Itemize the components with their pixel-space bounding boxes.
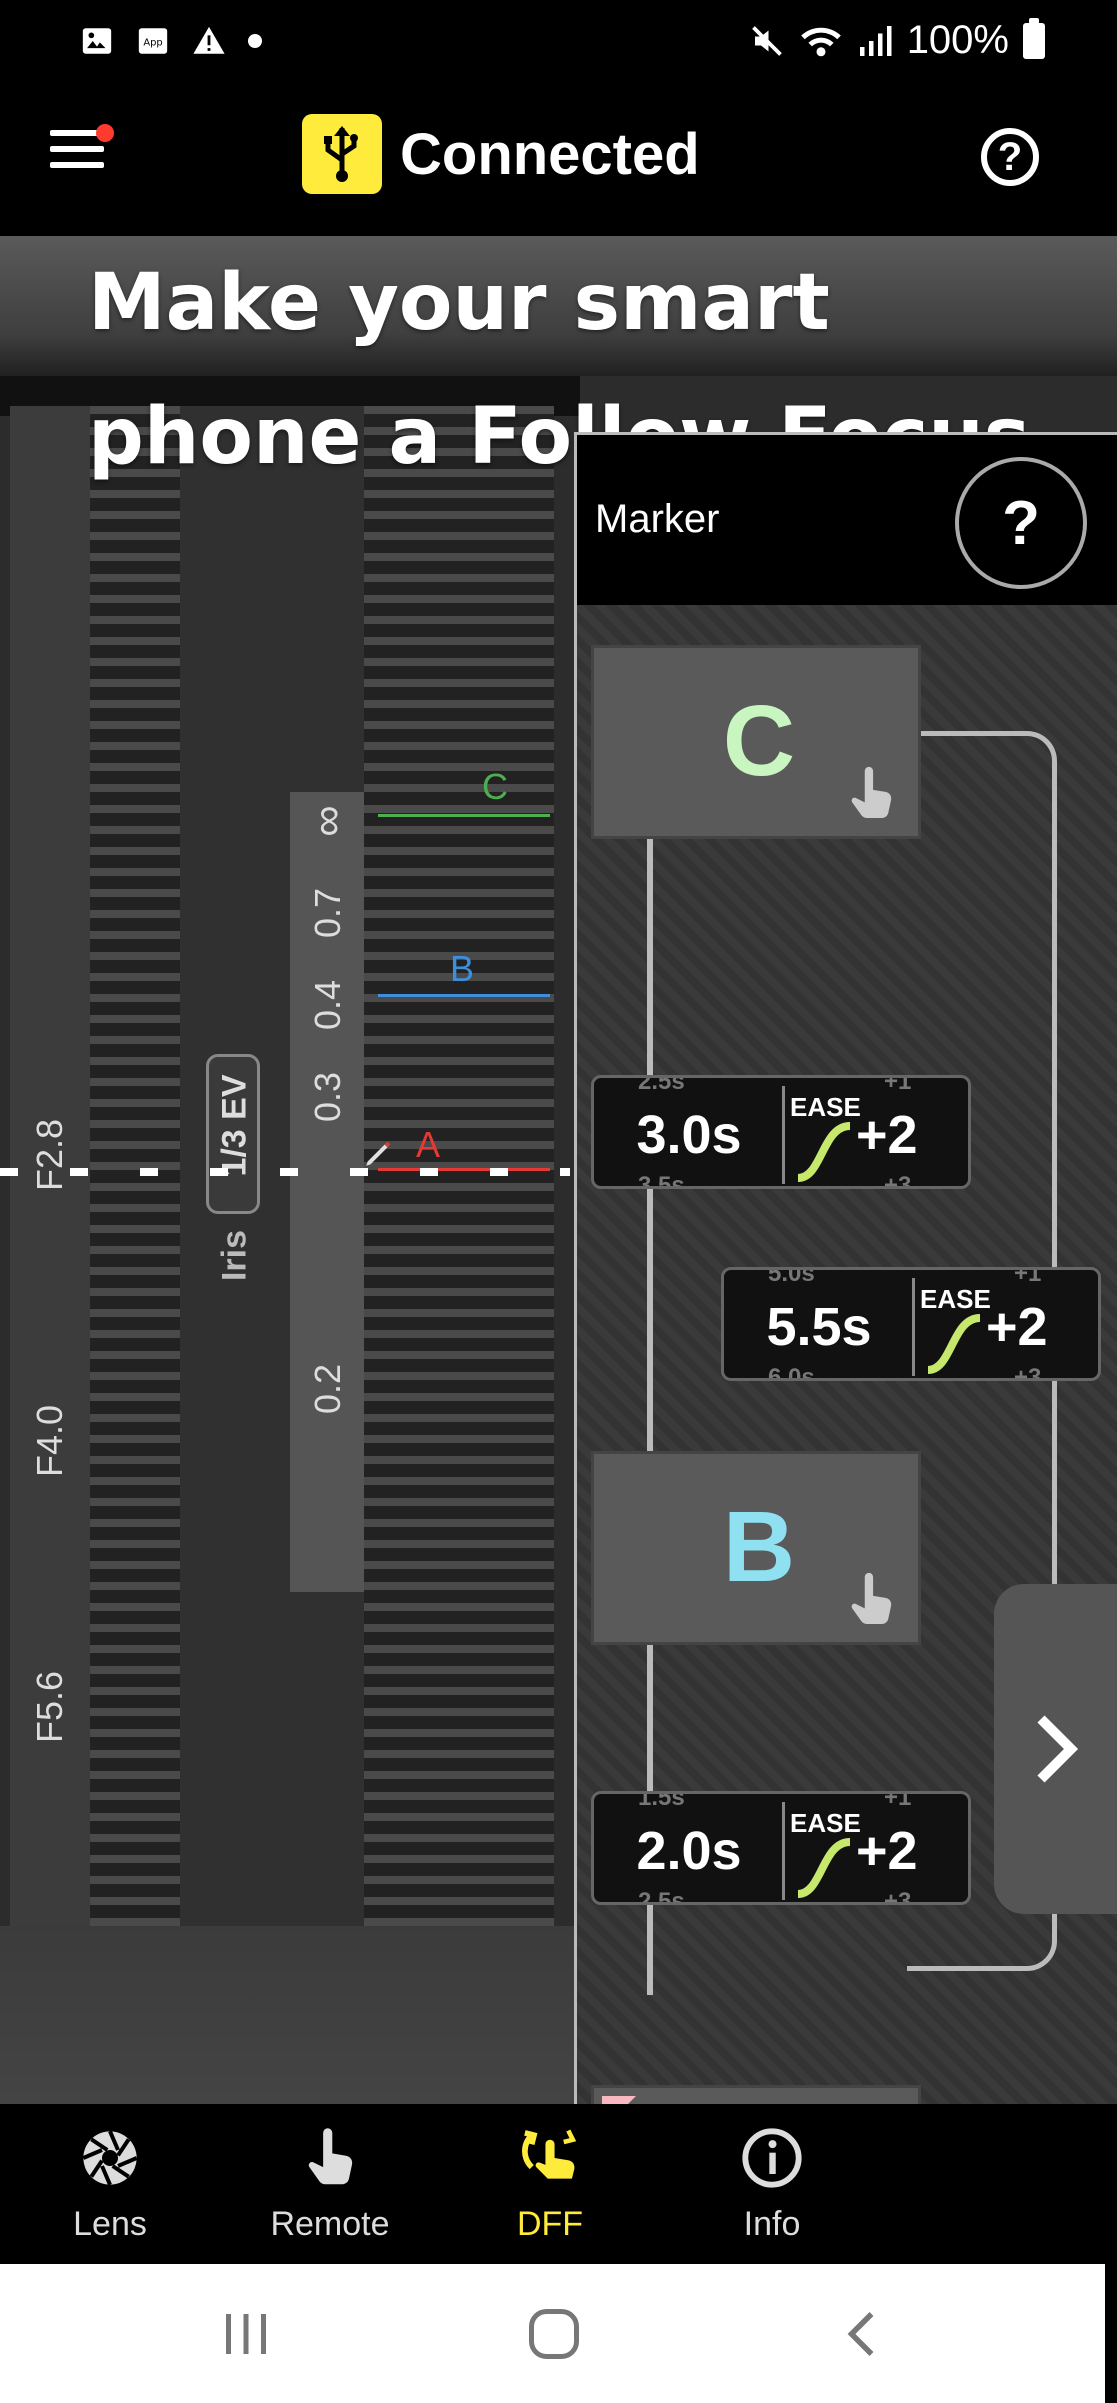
touch-icon bbox=[851, 1572, 892, 1624]
svg-text:App: App bbox=[143, 37, 162, 48]
time-next: 2.5s bbox=[638, 1888, 685, 1905]
ease-next: +3 bbox=[1014, 1364, 1042, 1381]
mute-icon bbox=[751, 25, 782, 56]
aperture-icon bbox=[82, 2130, 138, 2186]
ev-step-label: 1/3 EV bbox=[215, 1074, 254, 1177]
nav-info[interactable]: Info bbox=[692, 2126, 852, 2244]
marker-b-label: B bbox=[450, 948, 475, 989]
time-next: 6.0s bbox=[768, 1364, 815, 1381]
timing-separator bbox=[912, 1278, 915, 1376]
camera-bottom bbox=[0, 1926, 580, 2104]
pencil-icon[interactable] bbox=[362, 1136, 396, 1170]
connection-status: Connected bbox=[302, 114, 700, 194]
ease-label: EASE bbox=[920, 1284, 991, 1314]
nav-label: Info bbox=[743, 2205, 801, 2243]
back-button[interactable] bbox=[834, 2304, 894, 2364]
transition-timing-c-b[interactable]: 2.5s 3.0s 3.5s EASE +1 +2 +3 bbox=[591, 1075, 971, 1189]
touch-icon bbox=[308, 2128, 353, 2185]
ease-next: +3 bbox=[884, 1888, 912, 1905]
marker-panel-title: Marker bbox=[595, 497, 720, 541]
system-navigation bbox=[0, 2264, 1105, 2403]
iris-label: F5.6 bbox=[29, 1670, 70, 1744]
usb-icon bbox=[302, 114, 382, 194]
marker-card-b[interactable]: B bbox=[591, 1451, 921, 1645]
battery-percent: 100% bbox=[906, 18, 1009, 62]
touch-icon bbox=[851, 766, 892, 818]
nav-label: Lens bbox=[73, 2205, 147, 2243]
lens-stage: F2.8 F4.0 F5.6 1/3 EV Iris ∞ 0.7 0.4 0.3… bbox=[0, 236, 1117, 2104]
iris-label: F4.0 bbox=[29, 1404, 70, 1478]
iris-label: F2.8 bbox=[29, 1118, 70, 1192]
nav-lens[interactable]: Lens bbox=[30, 2126, 190, 2244]
marker-line-b bbox=[378, 994, 550, 997]
home-button[interactable] bbox=[524, 2304, 584, 2364]
info-icon bbox=[742, 2128, 802, 2188]
transition-time[interactable]: 3.0s bbox=[594, 1078, 784, 1186]
headline-line-1: Make your smart bbox=[88, 258, 830, 348]
transition-timing-b-a[interactable]: 1.5s 2.0s 2.5s EASE +1 +2 +3 bbox=[591, 1791, 971, 1905]
signal-icon bbox=[859, 25, 892, 56]
transition-timing-loop[interactable]: 5.0s 5.5s 6.0s EASE +1 +2 +3 bbox=[721, 1267, 1101, 1381]
timing-separator bbox=[782, 1086, 785, 1184]
next-panel-button[interactable] bbox=[994, 1584, 1117, 1914]
warning-icon bbox=[193, 26, 225, 54]
ease-curve-icon bbox=[797, 1838, 851, 1898]
distance-label: 0.3 bbox=[307, 1071, 348, 1123]
chevron-right-icon bbox=[1036, 1715, 1078, 1783]
marker-card-c[interactable]: C bbox=[591, 645, 921, 839]
notification-badge bbox=[96, 124, 114, 142]
gallery-icon bbox=[82, 28, 112, 54]
ease-curve-icon bbox=[927, 1314, 981, 1374]
status-bar: App 100% bbox=[0, 0, 1117, 86]
marker-a-label: A bbox=[416, 1124, 441, 1165]
active-corner-icon bbox=[602, 2096, 636, 2104]
time-next: 3.5s bbox=[638, 1172, 685, 1189]
nav-label: Remote bbox=[270, 2205, 390, 2243]
battery-icon bbox=[1023, 17, 1045, 59]
timing-separator bbox=[782, 1802, 785, 1900]
ease-label: EASE bbox=[790, 1092, 861, 1122]
marker-help-button[interactable]: ? bbox=[955, 457, 1087, 589]
nav-dff[interactable]: DFF bbox=[470, 2126, 630, 2244]
distance-label: 0.2 bbox=[307, 1363, 348, 1415]
ease-next: +3 bbox=[884, 1172, 912, 1189]
app-header: Connected ? bbox=[0, 86, 1117, 236]
iris-title: Iris bbox=[215, 1229, 254, 1282]
bottom-navigation: Lens Remote DFF Info bbox=[0, 2104, 1117, 2264]
marker-line-c bbox=[378, 814, 550, 817]
iris-ring[interactable] bbox=[90, 406, 180, 1946]
dff-icon bbox=[522, 2129, 577, 2179]
transition-time[interactable]: 5.5s bbox=[724, 1270, 914, 1378]
app-icon: App bbox=[138, 28, 168, 54]
focus-center-line bbox=[0, 1168, 570, 1176]
marker-panel-header: Marker ? bbox=[577, 435, 1117, 605]
marker-c-label: C bbox=[482, 766, 508, 807]
nav-remote[interactable]: Remote bbox=[250, 2126, 410, 2244]
marker-card-a[interactable]: A bbox=[591, 2085, 921, 2104]
dot-icon bbox=[248, 34, 262, 48]
menu-button[interactable] bbox=[50, 124, 114, 190]
focus-ring[interactable] bbox=[364, 406, 554, 1946]
transition-time[interactable]: 2.0s bbox=[594, 1794, 784, 1902]
system-status: 100% bbox=[749, 17, 1045, 63]
wifi-icon bbox=[800, 27, 841, 56]
connection-label: Connected bbox=[400, 121, 700, 187]
ease-label: EASE bbox=[790, 1808, 861, 1838]
help-button[interactable]: ? bbox=[981, 128, 1039, 186]
recents-button[interactable] bbox=[216, 2304, 276, 2364]
nav-label: DFF bbox=[516, 2205, 584, 2243]
ease-curve-icon bbox=[797, 1122, 851, 1182]
notification-icons: App bbox=[80, 24, 262, 58]
